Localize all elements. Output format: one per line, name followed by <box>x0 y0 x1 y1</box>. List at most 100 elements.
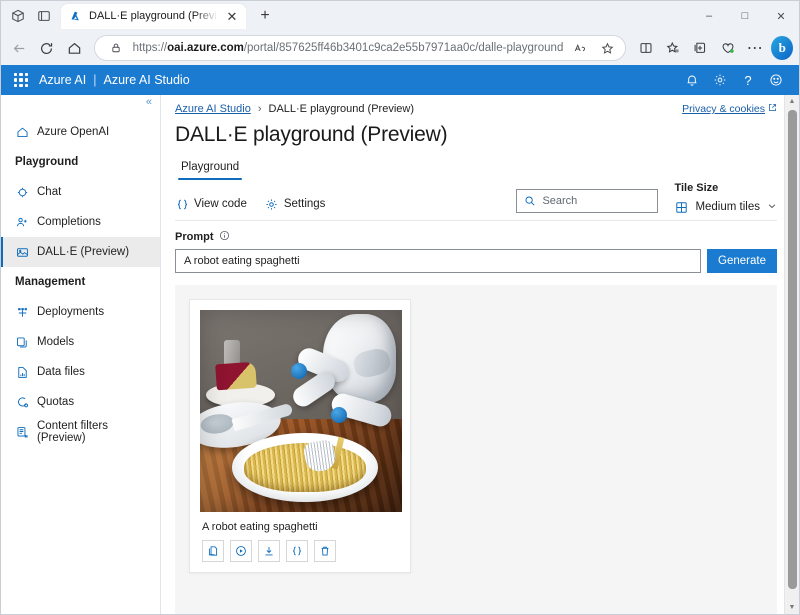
new-tab-button[interactable]: + <box>252 4 278 28</box>
tab-search-icon[interactable] <box>31 5 57 27</box>
breadcrumb-root-link[interactable]: Azure AI Studio <box>175 103 251 115</box>
browser-tab-title: DALL·E playground (Preview) | A… <box>89 10 218 22</box>
tile-size-value: Medium tiles <box>695 201 760 213</box>
scrollbar-thumb[interactable] <box>787 110 797 589</box>
view-code-icon[interactable] <box>286 540 308 562</box>
search-input[interactable] <box>542 195 651 207</box>
scroll-down-arrow-icon[interactable]: ▼ <box>785 601 800 614</box>
image-actions <box>200 540 400 562</box>
sidebar-item-label: Azure OpenAI <box>37 126 110 138</box>
close-window-button[interactable]: ✕ <box>763 1 799 31</box>
tile-size-control: Tile Size Medium tiles <box>674 182 777 220</box>
minimize-button[interactable]: – <box>691 1 727 31</box>
gear-icon <box>265 197 279 211</box>
delete-icon[interactable] <box>314 540 336 562</box>
sidebar-item-completions[interactable]: Completions <box>1 207 160 237</box>
azure-header-bar: Azure AI | Azure AI Studio ? <box>1 65 799 95</box>
feedback-icon[interactable] <box>763 68 789 92</box>
help-icon[interactable]: ? <box>735 68 761 92</box>
notifications-icon[interactable] <box>679 68 705 92</box>
sidebar-item-data-files[interactable]: Data files <box>1 357 160 387</box>
azure-header-actions: ? <box>679 68 789 92</box>
read-aloud-icon[interactable] <box>570 38 590 58</box>
prompt-input-wrapper[interactable] <box>175 249 701 273</box>
chevron-double-left-icon[interactable]: « <box>146 97 152 117</box>
search-box[interactable] <box>516 189 659 213</box>
refresh-icon[interactable] <box>34 35 59 61</box>
address-bar-url: https://oai.azure.com/portal/857625ff46b… <box>132 42 564 54</box>
brand-separator: | <box>93 73 97 87</box>
scroll-up-arrow-icon[interactable]: ▲ <box>785 95 800 108</box>
sidebar-item-label: Data files <box>37 366 85 378</box>
lock-icon <box>106 38 126 58</box>
settings-button[interactable]: Settings <box>265 197 326 220</box>
image-vignette <box>200 310 402 512</box>
generated-image[interactable] <box>200 310 402 512</box>
tab-actions-icon[interactable] <box>5 5 31 27</box>
prompt-input[interactable] <box>184 255 692 267</box>
close-icon[interactable]: ✕ <box>224 8 240 24</box>
tile-size-dropdown[interactable]: Medium tiles <box>674 200 777 220</box>
quotas-icon <box>15 395 29 409</box>
favorites-icon[interactable] <box>661 35 686 61</box>
tab-playground[interactable]: Playground <box>175 159 245 180</box>
data-files-icon <box>15 365 29 379</box>
sidebar-item-deployments[interactable]: Deployments <box>1 297 160 327</box>
settings-more-icon[interactable]: ⋯ <box>742 35 767 61</box>
browser-tab[interactable]: DALL·E playground (Preview) | A… ✕ <box>61 3 246 29</box>
azure-brand-name: Azure AI <box>39 73 87 87</box>
page-body: « Azure OpenAI Playground Chat Completio… <box>1 95 799 614</box>
sidebar-item-label: DALL·E (Preview) <box>37 246 130 258</box>
sidebar-group-management: Management <box>15 276 86 288</box>
sidebar-item-dalle-preview[interactable]: DALL·E (Preview) <box>1 237 160 267</box>
content-scroll-region: Azure AI Studio › DALL·E playground (Pre… <box>161 95 799 614</box>
generate-button[interactable]: Generate <box>707 249 777 273</box>
left-sidebar: « Azure OpenAI Playground Chat Completio… <box>1 95 161 614</box>
browser-essentials-icon[interactable] <box>715 35 740 61</box>
azure-product-name: Azure AI Studio <box>103 73 190 87</box>
azure-brand[interactable]: Azure AI | Azure AI Studio <box>39 73 190 87</box>
settings-gear-icon[interactable] <box>707 68 733 92</box>
settings-label: Settings <box>283 198 326 210</box>
page-title: DALL·E playground (Preview) <box>175 123 448 146</box>
deployments-icon <box>15 305 29 319</box>
sidebar-item-label: Models <box>37 336 75 348</box>
privacy-cookies-link[interactable]: Privacy & cookies <box>682 103 777 115</box>
web-page: Azure AI | Azure AI Studio ? « Azure Ope… <box>1 65 799 614</box>
view-code-button[interactable]: View code <box>175 197 247 220</box>
arrow-left-icon[interactable] <box>7 35 32 61</box>
sidebar-item-azure-openai[interactable]: Azure OpenAI <box>1 117 160 147</box>
prompt-label-row: Prompt <box>175 230 777 244</box>
vertical-scrollbar[interactable]: ▲ ▼ <box>784 95 799 614</box>
sidebar-item-label: Deployments <box>37 306 105 318</box>
view-code-label: View code <box>194 198 247 210</box>
split-screen-icon[interactable] <box>633 35 658 61</box>
sidebar-item-label: Chat <box>37 186 62 198</box>
sidebar-collapse-row: « <box>1 97 160 117</box>
copy-icon[interactable] <box>202 540 224 562</box>
generate-variation-icon[interactable] <box>230 540 252 562</box>
scrollbar-track[interactable] <box>785 108 800 601</box>
browser-window: DALL·E playground (Preview) | A… ✕ + – □… <box>0 0 800 615</box>
collections-icon[interactable] <box>688 35 713 61</box>
app-launcher-icon[interactable] <box>11 70 31 90</box>
home-icon[interactable] <box>61 35 86 61</box>
sidebar-item-chat[interactable]: Chat <box>1 177 160 207</box>
azure-logo-icon <box>69 9 83 23</box>
sidebar-item-models[interactable]: Models <box>1 327 160 357</box>
info-icon[interactable] <box>219 230 230 244</box>
home-icon <box>15 125 29 139</box>
models-icon <box>15 335 29 349</box>
browser-navigation-bar: https://oai.azure.com/portal/857625ff46b… <box>1 31 799 65</box>
prompt-label: Prompt <box>175 231 214 243</box>
address-bar[interactable]: https://oai.azure.com/portal/857625ff46b… <box>93 35 627 61</box>
content-tabs: Playground <box>161 147 799 180</box>
copilot-icon[interactable]: b <box>771 36 793 60</box>
maximize-button[interactable]: □ <box>727 1 763 31</box>
download-icon[interactable] <box>258 540 280 562</box>
sidebar-item-quotas[interactable]: Quotas <box>1 387 160 417</box>
search-icon <box>524 194 536 208</box>
star-icon[interactable] <box>597 38 617 58</box>
breadcrumb-separator: › <box>257 103 262 115</box>
sidebar-item-content-filters[interactable]: Content filters (Preview) <box>1 417 160 447</box>
